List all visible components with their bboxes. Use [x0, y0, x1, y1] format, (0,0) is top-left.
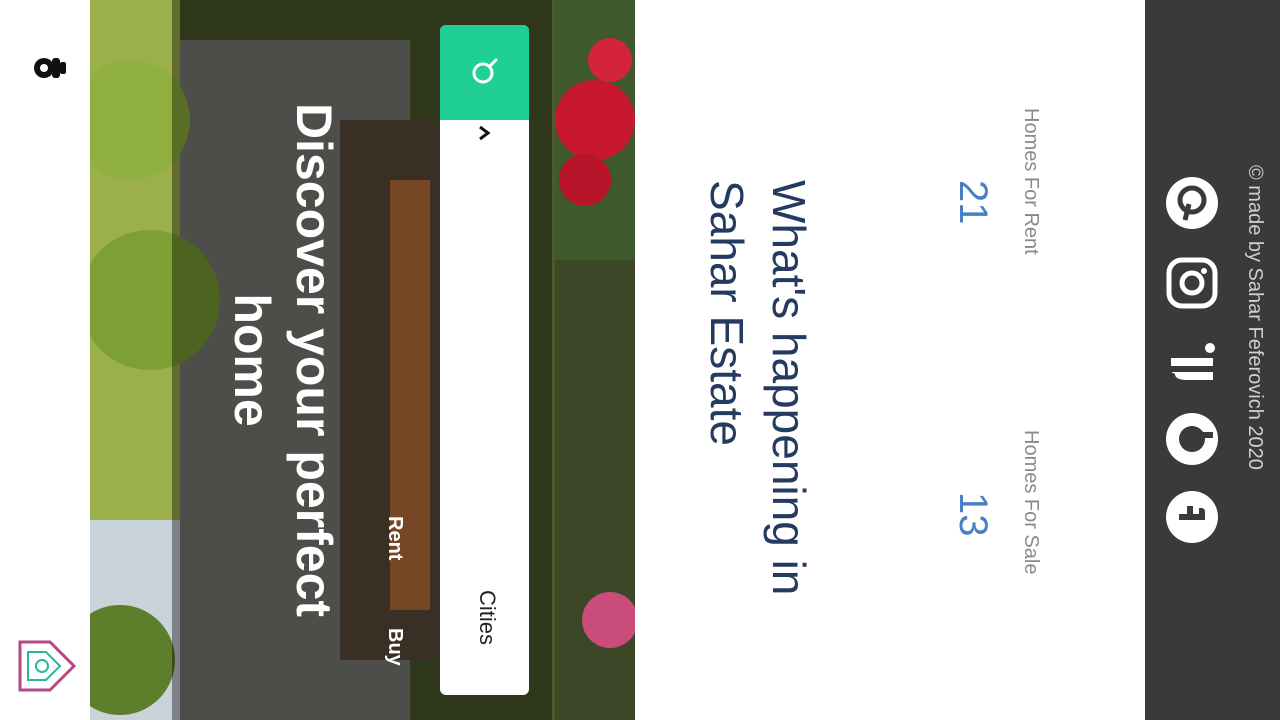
hero-title: Discover your perfect home — [224, 102, 342, 618]
stat-count-sale: 13 — [951, 492, 995, 537]
hero-section — [90, 0, 635, 720]
city-select[interactable]: Cities — [474, 590, 500, 645]
pinterest-icon[interactable] — [1165, 176, 1219, 230]
stat-label-rent: Homes For Rent — [1020, 108, 1042, 255]
chevron-down-icon[interactable] — [474, 123, 494, 143]
tab-rent[interactable]: Rent — [383, 516, 406, 560]
linkedin-icon[interactable] — [1165, 336, 1219, 390]
search-button[interactable] — [440, 25, 529, 120]
github-icon[interactable] — [1165, 412, 1219, 466]
house-logo-icon[interactable] — [12, 636, 78, 696]
copyright-text: © made by Sahar Feferovich 2020 — [1244, 165, 1266, 470]
search-icon — [472, 58, 498, 84]
info-heading: What's happening in Sahar Estate — [701, 180, 815, 596]
stat-label-sale: Homes For Sale — [1020, 430, 1042, 575]
facebook-icon[interactable] — [1165, 490, 1219, 544]
user-icon[interactable] — [30, 50, 70, 86]
page-root: Discover your perfect home Buy Rent Citi… — [0, 0, 1280, 720]
side-navbar — [0, 0, 90, 720]
tab-buy[interactable]: Buy — [383, 628, 406, 666]
instagram-icon[interactable] — [1165, 256, 1219, 310]
stat-count-rent: 21 — [951, 180, 995, 225]
